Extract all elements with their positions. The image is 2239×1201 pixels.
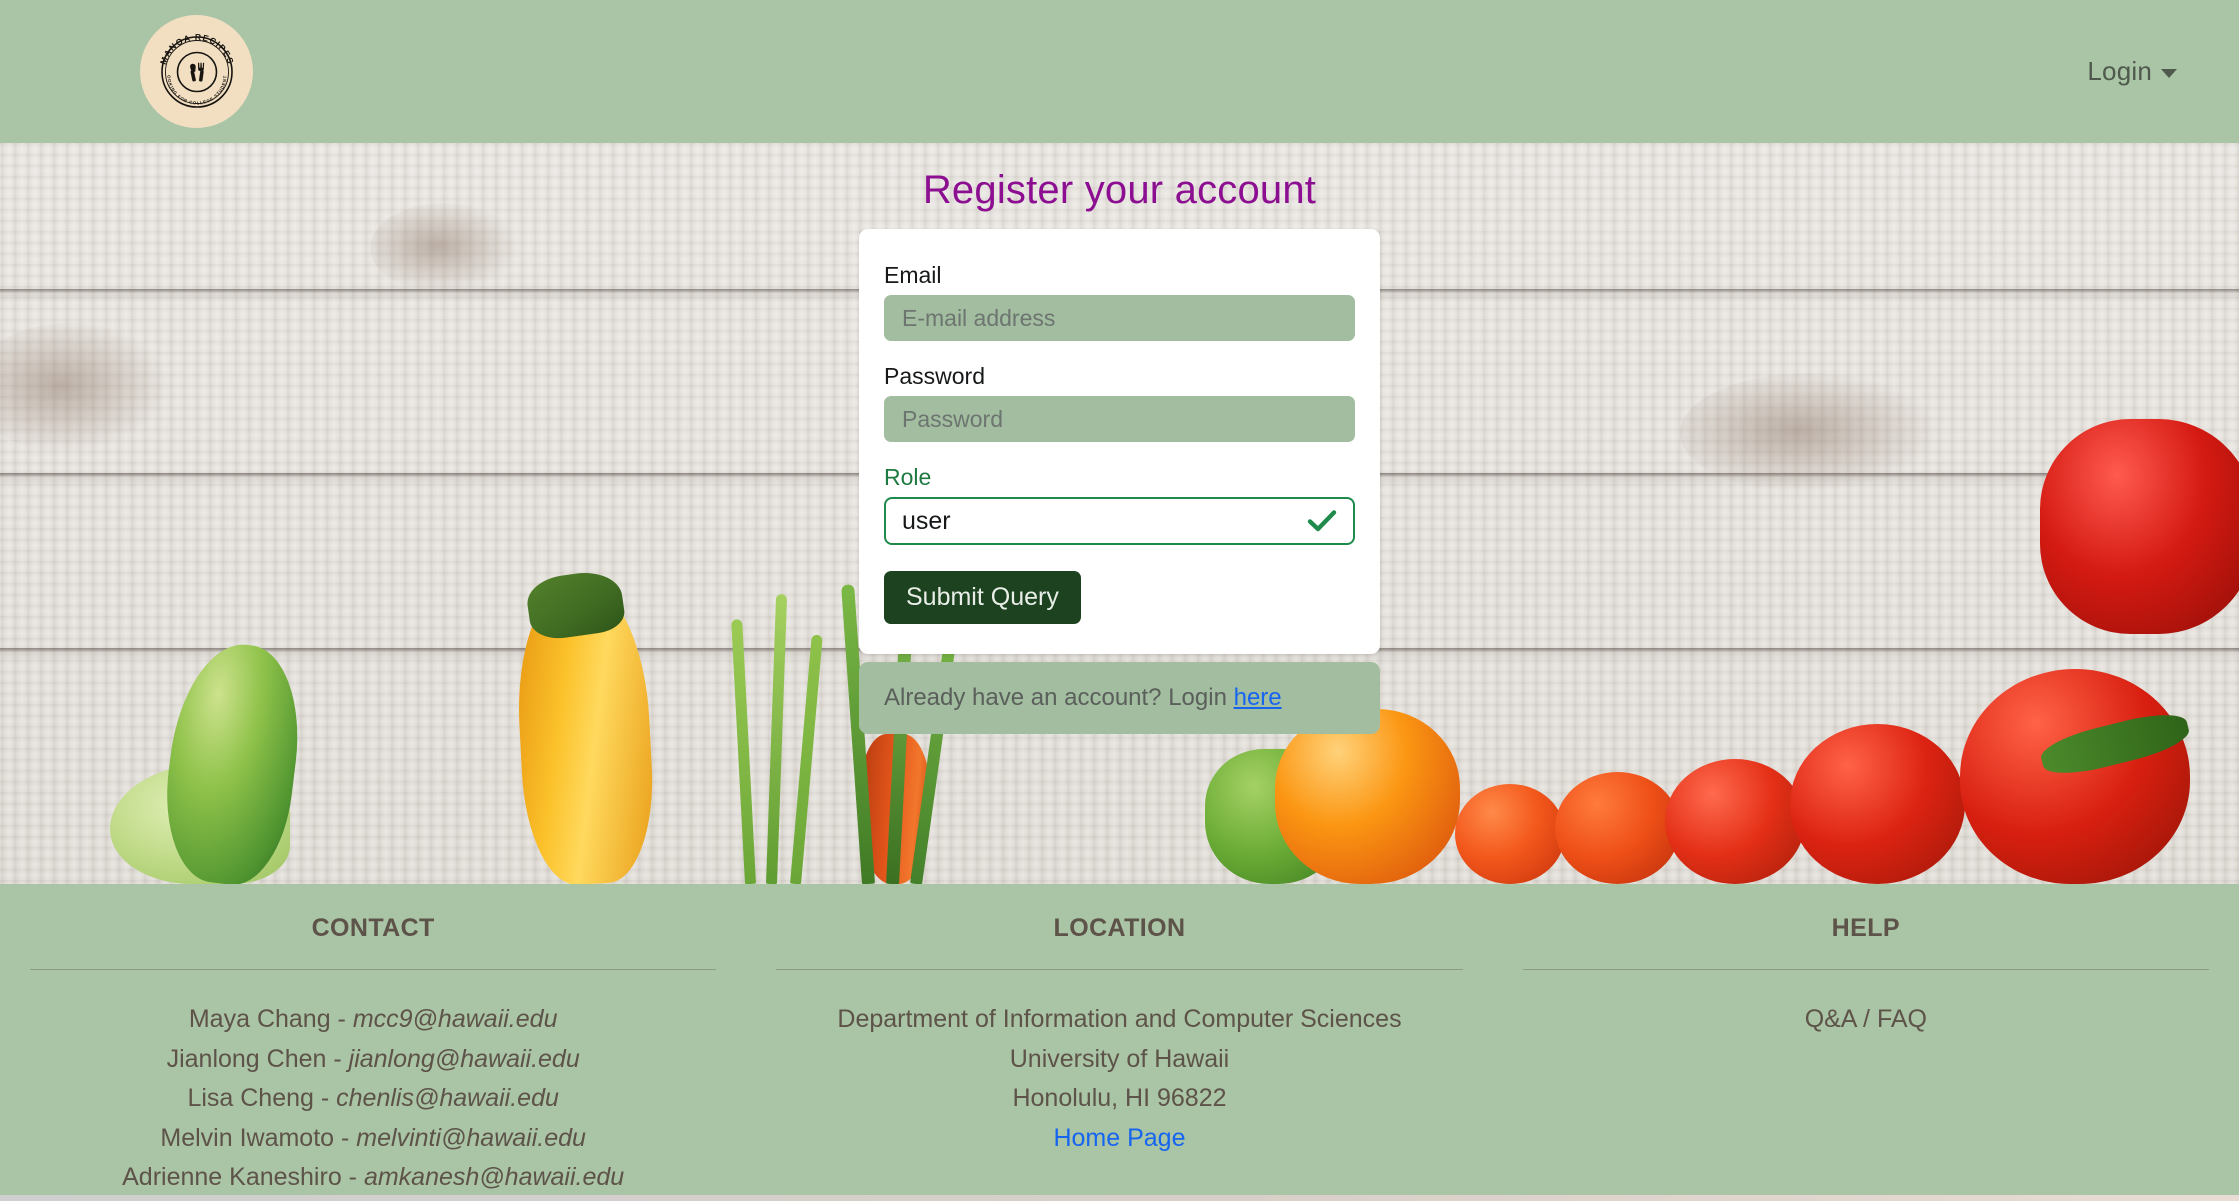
- contact-email: jianlong@hawaii.edu: [348, 1044, 580, 1073]
- email-field-group: Email: [884, 262, 1355, 341]
- navbar: MANOA RECIPES COOKING FOR COLLEGE STUDEN…: [0, 0, 2239, 143]
- password-input[interactable]: [884, 396, 1355, 442]
- hero-section: Register your account Email Password Rol…: [0, 143, 2239, 884]
- role-select[interactable]: [884, 497, 1355, 545]
- location-line: Department of Information and Computer S…: [837, 1005, 1402, 1033]
- footer-heading-location: LOCATION: [1053, 914, 1186, 942]
- login-here-link[interactable]: here: [1234, 684, 1282, 711]
- page-root: MANOA RECIPES COOKING FOR COLLEGE STUDEN…: [0, 0, 2239, 1201]
- footer-heading-contact: CONTACT: [311, 914, 435, 942]
- svg-text:MANOA RECIPES: MANOA RECIPES: [157, 31, 235, 65]
- manoa-recipes-badge-logo: MANOA RECIPES COOKING FOR COLLEGE STUDEN…: [151, 26, 235, 108]
- footer-heading-help: HELP: [1831, 914, 1900, 942]
- footer-column-help: HELP Q&A / FAQ: [1493, 914, 2239, 1201]
- footer-divider: [776, 969, 1463, 970]
- contact-email: chenlis@hawaii.edu: [336, 1084, 559, 1112]
- contact-entry: Adrienne Kaneshiro - amkanesh@hawaii.edu: [30, 1158, 716, 1198]
- contact-entry: Jianlong Chen - jianlong@hawaii.edu: [30, 1040, 716, 1080]
- home-page-link[interactable]: Home Page: [1053, 1124, 1185, 1152]
- contact-email: amkanesh@hawaii.edu: [363, 1163, 625, 1191]
- register-form: Email Password Role: [859, 229, 1380, 654]
- login-dropdown[interactable]: Login: [2083, 50, 2181, 93]
- footer: CONTACT Maya Chang - mcc9@hawaii.edu Jia…: [0, 884, 2239, 1201]
- submit-query-button[interactable]: Submit Query: [884, 571, 1081, 624]
- contact-name: Jianlong Chen -: [166, 1044, 349, 1073]
- page-bottom-edge: [0, 1195, 2239, 1201]
- navbar-right: Login: [2083, 50, 2181, 93]
- email-label: Email: [884, 262, 942, 288]
- password-label: Password: [884, 363, 985, 389]
- footer-column-contact: CONTACT Maya Chang - mcc9@hawaii.edu Jia…: [0, 914, 746, 1201]
- contact-email: melvinti@hawaii.edu: [356, 1123, 586, 1152]
- contact-name: Melvin Iwamoto -: [160, 1123, 357, 1152]
- email-input[interactable]: [884, 295, 1355, 341]
- contact-entry: Lisa Cheng - chenlis@hawaii.edu: [30, 1079, 716, 1119]
- contact-entry: Melvin Iwamoto - melvinti@hawaii.edu: [30, 1119, 716, 1159]
- footer-divider: [30, 969, 717, 970]
- location-line: University of Hawaii: [1009, 1044, 1230, 1073]
- contact-entry: Maya Chang - mcc9@hawaii.edu: [30, 1000, 716, 1040]
- contact-email: mcc9@hawaii.edu: [352, 1005, 558, 1033]
- role-field-group: Role: [884, 464, 1355, 545]
- footer-divider: [1522, 969, 2209, 970]
- login-dropdown-label: Login: [2087, 56, 2152, 86]
- hero-content: Register your account Email Password Rol…: [0, 143, 2239, 884]
- page-title: Register your account: [922, 168, 1317, 212]
- footer-column-location: LOCATION Department of Information and C…: [746, 914, 1492, 1201]
- help-line: Q&A / FAQ: [1804, 1005, 1927, 1033]
- contact-name: Maya Chang -: [188, 1005, 353, 1033]
- brand-logo[interactable]: MANOA RECIPES COOKING FOR COLLEGE STUDEN…: [140, 15, 253, 128]
- role-label: Role: [884, 464, 932, 490]
- login-hint-card: Already have an account? Login here: [859, 662, 1380, 734]
- chevron-down-icon: [2161, 69, 2177, 78]
- home-page-line: Home Page: [776, 1119, 1462, 1159]
- location-line: Honolulu, HI 96822: [1012, 1084, 1227, 1112]
- contact-name: Adrienne Kaneshiro -: [122, 1163, 364, 1191]
- login-hint-text: Already have an account? Login: [884, 684, 1234, 711]
- password-field-group: Password: [884, 363, 1355, 442]
- role-select-wrapper: [884, 497, 1355, 545]
- contact-name: Lisa Cheng -: [187, 1084, 337, 1112]
